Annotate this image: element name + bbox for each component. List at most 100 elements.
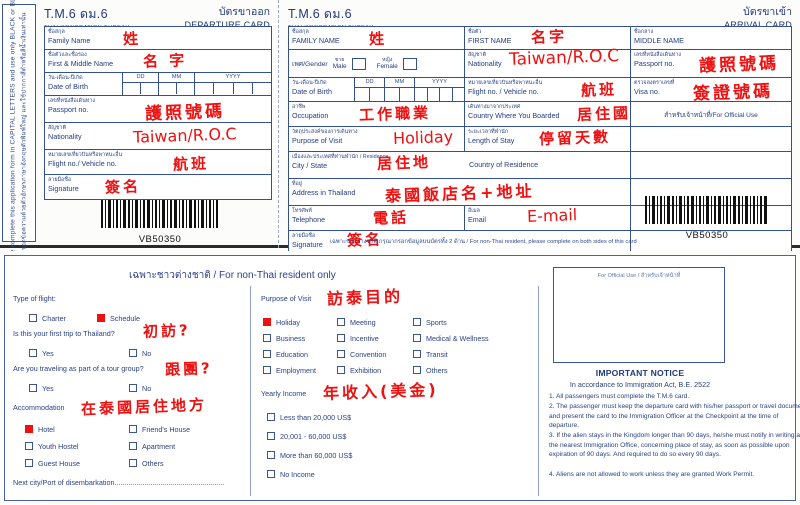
checkbox-no-income[interactable]: No Income bbox=[267, 464, 315, 482]
business-checkbox[interactable] bbox=[263, 334, 271, 342]
departure-passport-value: 護照號碼 bbox=[144, 101, 226, 125]
checkbox-tour-no[interactable]: No bbox=[129, 378, 151, 396]
next-city-field[interactable]: Next city/Port of disembarkation........… bbox=[13, 478, 224, 487]
departure-signature-label-th: ลายมือชื่อ bbox=[48, 177, 72, 183]
tour-no-label: No bbox=[142, 384, 152, 393]
transit-checkbox[interactable] bbox=[413, 350, 421, 358]
arrival-code-title: T.M.6 ดม.6 bbox=[288, 7, 352, 21]
arrival-middle-name-cell[interactable]: ชื่อกลาง MIDDLE NAME bbox=[631, 27, 791, 49]
convention-checkbox[interactable] bbox=[337, 350, 345, 358]
checkbox-guest-house[interactable]: Guest House bbox=[25, 453, 80, 471]
accommodation-others-checkbox[interactable] bbox=[129, 459, 137, 467]
first-trip-no-checkbox[interactable] bbox=[129, 349, 137, 357]
arrival-gender-cell[interactable]: เพศ/Gender ชาย Male หญิง Female bbox=[289, 50, 465, 77]
departure-first-name-cell[interactable]: ชื่อตัวและชื่อรอง First & Middle Name 名 … bbox=[45, 50, 271, 72]
arrival-telephone-cell[interactable]: โทรศัพท์ Telephone 電話 bbox=[289, 206, 465, 230]
arrival-city-cell[interactable]: เมืองและประเทศที่ท่านพำนัก / Residence C… bbox=[289, 152, 631, 178]
departure-dob-dd[interactable]: DD bbox=[123, 73, 159, 95]
departure-passport-cell[interactable]: เลขที่หนังสือเดินทาง Passport no. 護照號碼 bbox=[45, 96, 271, 125]
first-trip-yes-checkbox[interactable] bbox=[29, 349, 37, 357]
departure-dob-mm[interactable]: MM bbox=[159, 73, 195, 95]
arrival-visa-cell[interactable]: ตรวจลงตราเลขที่ Visa no. 簽證號碼 bbox=[631, 78, 791, 104]
meeting-checkbox[interactable] bbox=[337, 318, 345, 326]
checkbox-schedule[interactable]: Schedule bbox=[97, 308, 140, 326]
medical-checkbox[interactable] bbox=[413, 334, 421, 342]
checkbox-hotel[interactable]: Hotel bbox=[25, 419, 55, 437]
first-trip-question: Is this your first trip to Thailand? bbox=[13, 329, 115, 338]
arrival-dob-yyyy[interactable]: YYYY bbox=[415, 78, 464, 101]
departure-signature-value: 簽名 bbox=[104, 177, 142, 197]
arrival-gender-female-group[interactable]: หญิง Female bbox=[377, 57, 398, 70]
charter-checkbox[interactable] bbox=[29, 314, 37, 322]
departure-dob-label-cell: วัน-เดือน-ปีเกิด Date of Birth bbox=[45, 73, 123, 95]
meeting-label: Meeting bbox=[350, 318, 376, 327]
checkbox-accommodation-others[interactable]: Others bbox=[129, 453, 164, 471]
checkbox-income-20001-60000[interactable]: 20,001 - 60,000 US$ bbox=[267, 426, 346, 444]
convention-label: Convention bbox=[350, 350, 387, 359]
hotel-checkbox[interactable] bbox=[25, 425, 33, 433]
exhibition-checkbox[interactable] bbox=[337, 366, 345, 374]
checkbox-apartment[interactable]: Apartment bbox=[129, 436, 175, 454]
checkbox-youth-hostel[interactable]: Youth Hostel bbox=[25, 436, 79, 454]
notice-item-1: 1. All passengers must complete the T.M.… bbox=[549, 393, 690, 400]
education-checkbox[interactable] bbox=[263, 350, 271, 358]
arrival-dob-cell[interactable]: วัน-เดือน-ปีเกิด Date of Birth DD MM YYY… bbox=[289, 78, 465, 101]
arrival-dob-dd[interactable]: DD bbox=[355, 78, 385, 101]
arrival-gender-female-checkbox[interactable] bbox=[402, 57, 417, 70]
income-20001-60000-label: 20,001 - 60,000 US$ bbox=[280, 432, 347, 441]
incentive-checkbox[interactable] bbox=[337, 334, 345, 342]
employment-checkbox[interactable] bbox=[263, 366, 271, 374]
arrival-purpose-cell[interactable]: วัตถุประสงค์ของการเดินทาง Purpose of Vis… bbox=[289, 127, 465, 151]
departure-row-signature: ลายมือชื่อ Signature 簽名 bbox=[45, 175, 271, 199]
youth-hostel-checkbox[interactable] bbox=[25, 442, 33, 450]
departure-nationality-cell[interactable]: สัญชาติ Nationality Taiwan/R.O.C bbox=[45, 123, 271, 149]
checkbox-friends-house[interactable]: Friend's House bbox=[129, 419, 190, 437]
arrival-official-use-label: สำหรับเจ้าหน้าที่/For Official Use bbox=[664, 111, 758, 119]
checkbox-income-less-20000[interactable]: Less than 20,000 US$ bbox=[267, 407, 351, 425]
checkbox-charter[interactable]: Charter bbox=[29, 308, 66, 326]
arrival-boarded-cell[interactable]: เดินทางมาจากประเทศ Country Where You Boa… bbox=[465, 102, 631, 126]
tour-no-checkbox[interactable] bbox=[129, 384, 137, 392]
arrival-family-name-cell[interactable]: ชื่อสกุล FAMILY NAME 姓 bbox=[289, 27, 465, 49]
checkbox-employment[interactable]: Employment bbox=[263, 360, 316, 378]
purpose-others-checkbox[interactable] bbox=[413, 366, 421, 374]
arrival-nationality-cell[interactable]: สัญชาติ Nationality Taiwan/R.O.C bbox=[465, 46, 631, 77]
friends-house-checkbox[interactable] bbox=[129, 425, 137, 433]
checkbox-first-trip-no[interactable]: No bbox=[129, 343, 151, 361]
checkbox-tour-yes[interactable]: Yes bbox=[29, 378, 54, 396]
arrival-gender-male-group[interactable]: ชาย Male bbox=[333, 57, 347, 70]
schedule-label: Schedule bbox=[110, 314, 140, 323]
arrival-email-cell[interactable]: อีเมล Email E-mail bbox=[465, 205, 631, 230]
income-more-60000-checkbox[interactable] bbox=[267, 451, 275, 459]
arrival-country-residence-label: Country of Residence bbox=[469, 160, 539, 169]
arrival-dob-boxes[interactable]: DD MM YYYY bbox=[355, 78, 464, 101]
income-more-60000-label: More than 60,000 US$ bbox=[280, 451, 353, 460]
checkbox-income-more-60000[interactable]: More than 60,000 US$ bbox=[267, 445, 352, 463]
departure-flight-cell[interactable]: หมายเลขเที่ยวบินหรือพาหนะอื่น Flight no.… bbox=[45, 150, 271, 174]
checkbox-exhibition[interactable]: Exhibition bbox=[337, 360, 381, 378]
business-label: Business bbox=[276, 334, 306, 343]
departure-dob-boxes[interactable]: DD MM YYYY bbox=[123, 73, 271, 95]
departure-family-name-cell[interactable]: ชื่อสกุล Family Name 姓 bbox=[45, 27, 271, 49]
arrival-address-cell[interactable]: ที่อยู่ Address in Thailand 泰國飯店名+地址 bbox=[289, 179, 631, 206]
official-use-box-label: For Official Use / สำหรับเจ้าหน้าที่ bbox=[597, 273, 681, 279]
arrival-dob-mm[interactable]: MM bbox=[385, 78, 415, 101]
tour-yes-checkbox[interactable] bbox=[29, 384, 37, 392]
income-less-20000-checkbox[interactable] bbox=[267, 413, 275, 421]
departure-dob-yyyy[interactable]: YYYY bbox=[195, 73, 271, 95]
arrival-passport-cell[interactable]: เลขที่หนังสือเดินทาง Passport no. 護照號碼 bbox=[631, 50, 791, 77]
arrival-gender-male-checkbox[interactable] bbox=[351, 57, 366, 70]
checkbox-first-trip-yes[interactable]: Yes bbox=[29, 343, 54, 361]
holiday-checkbox[interactable] bbox=[263, 318, 271, 326]
no-income-checkbox[interactable] bbox=[267, 470, 275, 478]
departure-signature-cell[interactable]: ลายมือชื่อ Signature 簽名 bbox=[45, 175, 271, 199]
sports-checkbox[interactable] bbox=[413, 318, 421, 326]
schedule-checkbox[interactable] bbox=[97, 314, 105, 322]
guest-house-checkbox[interactable] bbox=[25, 459, 33, 467]
arrival-flight-cell[interactable]: หมายเลขเที่ยวบินหรือพาหนะอื่น Flight no.… bbox=[465, 78, 631, 101]
apartment-checkbox[interactable] bbox=[129, 442, 137, 450]
arrival-occupation-cell[interactable]: อาชีพ Occupation 工作職業 bbox=[289, 102, 465, 126]
vertical-instruction-en: Please complete this application form in… bbox=[9, 0, 17, 271]
arrival-length-cell[interactable]: ระยะเวลาที่พำนัก Length of Stay 停留天數 bbox=[465, 127, 631, 151]
income-20001-60000-checkbox[interactable] bbox=[267, 432, 275, 440]
